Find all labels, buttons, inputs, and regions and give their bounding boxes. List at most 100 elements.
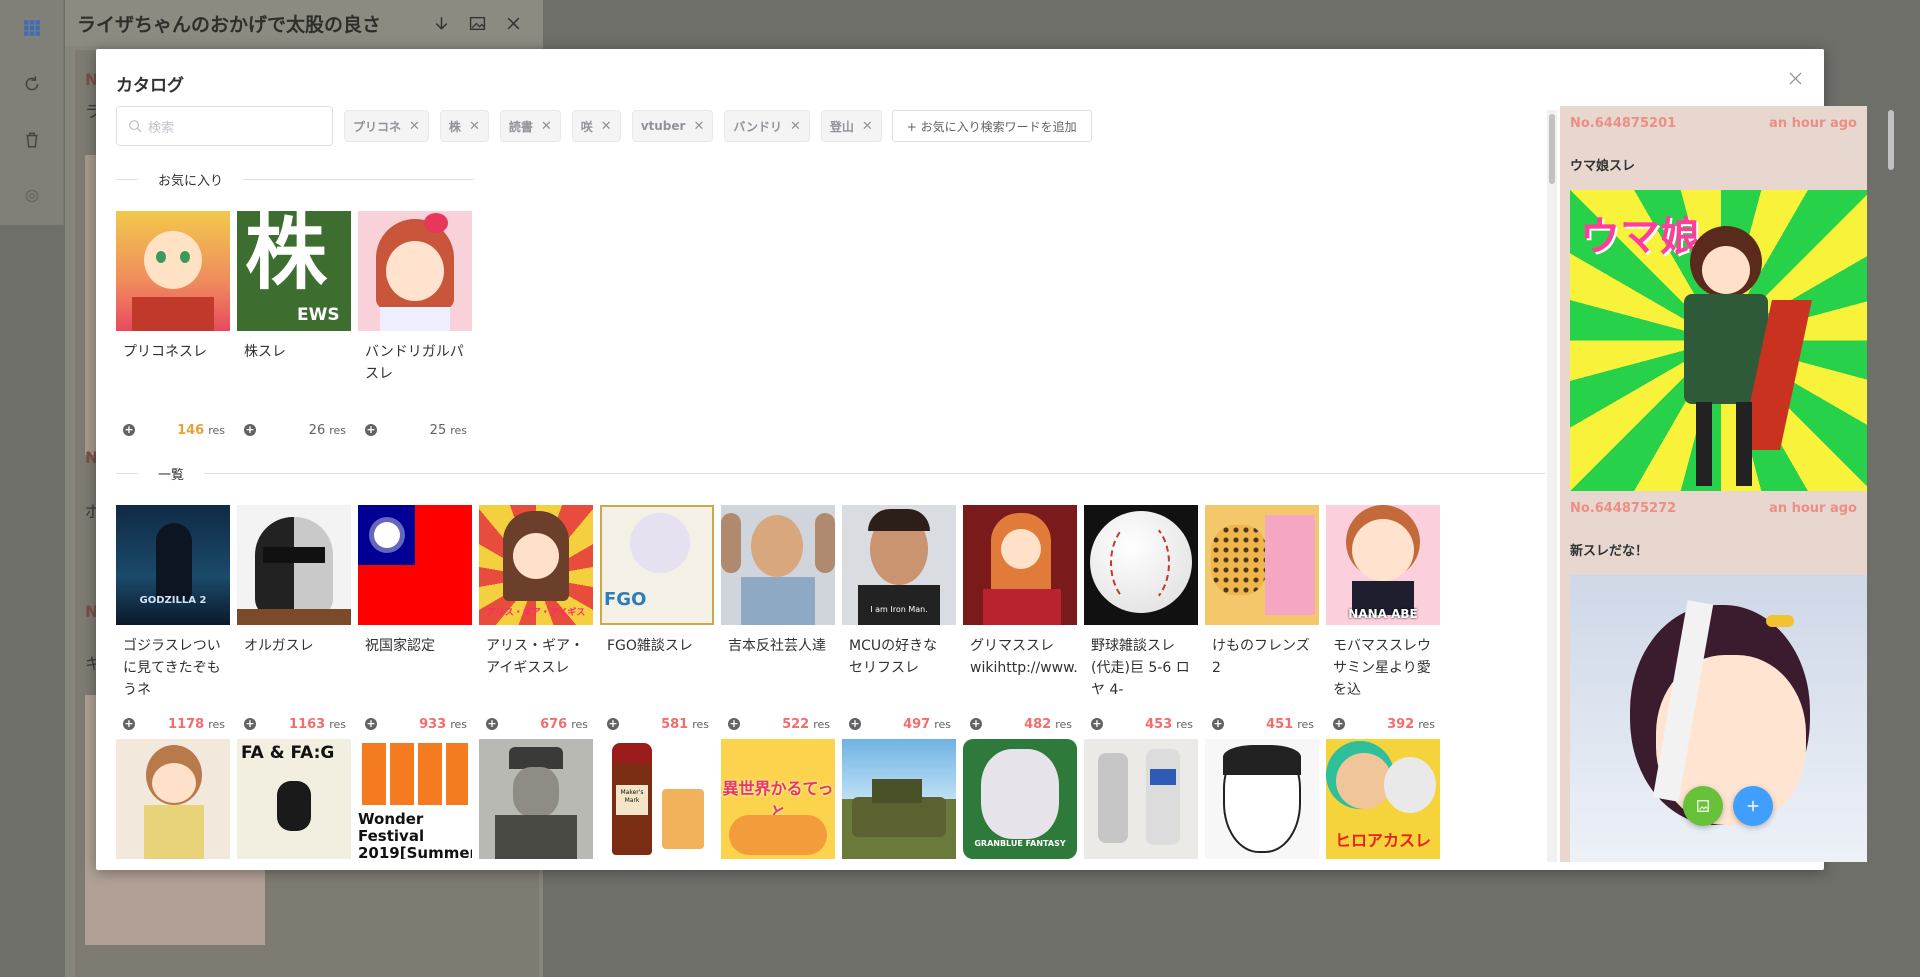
- thread-thumbnail[interactable]: Maker's Mark: [600, 739, 714, 859]
- thread-title[interactable]: FGO雑談スレ: [600, 625, 714, 715]
- catalog-thread-card[interactable]: けものフレンズ2 +451 res: [1205, 505, 1319, 733]
- favorite-tag[interactable]: 株 ✕: [439, 110, 489, 142]
- thread-thumbnail[interactable]: ヒロアカスレ: [1326, 739, 1440, 859]
- thread-thumbnail[interactable]: [479, 739, 593, 859]
- add-favorite-icon[interactable]: +: [244, 718, 256, 730]
- catalog-thread-card[interactable]: [479, 739, 593, 859]
- thread-thumbnail[interactable]: NANA ABE: [1326, 505, 1440, 625]
- post-image[interactable]: [1570, 575, 1867, 862]
- thread-thumbnail[interactable]: 異世界かるてっと: [721, 739, 835, 859]
- thread-title[interactable]: 野球雑談スレ(代走)巨 5-6 ロヤ 4-: [1084, 625, 1198, 715]
- catalog-thread-card[interactable]: バンドリガルパスレ +25 res: [358, 211, 472, 439]
- thread-thumbnail[interactable]: FGO: [600, 505, 714, 625]
- arrow-down-icon[interactable]: [423, 15, 459, 32]
- thread-thumbnail[interactable]: [237, 505, 351, 625]
- catalog-thread-card[interactable]: Maker's Mark: [600, 739, 714, 859]
- add-favorite-icon[interactable]: +: [728, 718, 740, 730]
- catalog-thread-card[interactable]: プリコネスレ +146 res: [116, 211, 230, 439]
- tag-close-icon[interactable]: ✕: [469, 119, 480, 134]
- catalog-thread-card[interactable]: I am Iron Man. MCUの好きなセリフスレ +497 res: [842, 505, 956, 733]
- thread-thumbnail[interactable]: [358, 505, 472, 625]
- thread-thumbnail[interactable]: [1084, 739, 1198, 859]
- add-favorite-icon[interactable]: +: [123, 424, 135, 436]
- close-icon[interactable]: [495, 15, 531, 32]
- add-favorite-icon[interactable]: +: [1212, 718, 1224, 730]
- thread-thumbnail[interactable]: [358, 211, 472, 331]
- thread-thumbnail[interactable]: [116, 739, 230, 859]
- thread-thumbnail[interactable]: [1205, 739, 1319, 859]
- thread-thumbnail[interactable]: [721, 505, 835, 625]
- thread-title[interactable]: バンドリガルパスレ: [358, 331, 472, 421]
- add-favorite-icon[interactable]: +: [849, 718, 861, 730]
- catalog-thread-card[interactable]: NANA ABE モバマススレウサミン星より愛を込 +392 res: [1326, 505, 1440, 733]
- post-number[interactable]: No.644875201: [1570, 116, 1676, 131]
- catalog-thread-card[interactable]: 異世界かるてっと: [721, 739, 835, 859]
- catalog-thread-card[interactable]: GRANBLUE FANTASY: [963, 739, 1077, 859]
- thread-thumbnail[interactable]: GRANBLUE FANTASY: [963, 739, 1077, 859]
- image-fab-button[interactable]: [1683, 786, 1723, 826]
- catalog-thread-card[interactable]: [116, 739, 230, 859]
- thread-title[interactable]: モバマススレウサミン星より愛を込: [1326, 625, 1440, 715]
- tag-close-icon[interactable]: ✕: [862, 119, 873, 134]
- tag-close-icon[interactable]: ✕: [409, 119, 420, 134]
- favorite-tag[interactable]: 登山 ✕: [820, 110, 882, 142]
- favorite-tag[interactable]: プリコネ ✕: [344, 110, 429, 142]
- add-favorite-icon[interactable]: +: [607, 718, 619, 730]
- thread-thumbnail[interactable]: [963, 505, 1077, 625]
- catalog-thread-card[interactable]: 吉本反社芸人達 +522 res: [721, 505, 835, 733]
- add-favorite-icon[interactable]: +: [123, 718, 135, 730]
- thread-thumbnail[interactable]: アリス・ギア・アイギス: [479, 505, 593, 625]
- catalog-thread-card[interactable]: オルガスレ +1163 res: [237, 505, 351, 733]
- feed-scrollbar-thumb[interactable]: [1888, 110, 1894, 170]
- trash-icon[interactable]: [0, 112, 64, 168]
- catalog-thread-card[interactable]: ヒロアカスレ: [1326, 739, 1440, 859]
- thread-thumbnail[interactable]: 株 EWS: [237, 211, 351, 331]
- tag-close-icon[interactable]: ✕: [790, 119, 801, 134]
- catalog-thread-card[interactable]: [842, 739, 956, 859]
- thread-thumbnail[interactable]: [842, 739, 956, 859]
- feed-scrollbar[interactable]: [1886, 110, 1896, 858]
- thread-thumbnail[interactable]: [1205, 505, 1319, 625]
- catalog-thread-card[interactable]: FA & FA:G: [237, 739, 351, 859]
- favorite-tag[interactable]: vtuber ✕: [631, 110, 714, 142]
- tag-close-icon[interactable]: ✕: [693, 119, 704, 134]
- thread-title[interactable]: グリマススレwikihttp://www.mil: [963, 625, 1077, 715]
- thread-title[interactable]: 祝国家認定: [358, 625, 472, 715]
- refresh-icon[interactable]: [0, 56, 64, 112]
- catalog-thread-card[interactable]: [1084, 739, 1198, 859]
- catalog-thread-card[interactable]: アリス・ギア・アイギス アリス・ギア・アイギススレ +676 res: [479, 505, 593, 733]
- add-favorite-word-button[interactable]: + お気に入り検索ワードを追加: [891, 110, 1092, 142]
- image-icon[interactable]: [459, 15, 495, 32]
- search-input[interactable]: 検索: [116, 106, 333, 146]
- catalog-thread-card[interactable]: 野球雑談スレ(代走)巨 5-6 ロヤ 4- +453 res: [1084, 505, 1198, 733]
- thread-title[interactable]: MCUの好きなセリフスレ: [842, 625, 956, 715]
- thread-thumbnail[interactable]: Wonder Festival 2019[Summer]: [358, 739, 472, 859]
- add-favorite-icon[interactable]: +: [1333, 718, 1345, 730]
- add-favorite-icon[interactable]: +: [365, 718, 377, 730]
- thread-title[interactable]: オルガスレ: [237, 625, 351, 715]
- thread-thumbnail[interactable]: [116, 211, 230, 331]
- add-favorite-icon[interactable]: +: [244, 424, 256, 436]
- modal-close-button[interactable]: [1784, 67, 1806, 89]
- thread-title[interactable]: けものフレンズ2: [1205, 625, 1319, 715]
- thread-title[interactable]: プリコネスレ: [116, 331, 230, 421]
- favorite-tag[interactable]: 咲 ✕: [571, 110, 621, 142]
- thread-thumbnail[interactable]: [1084, 505, 1198, 625]
- thread-title[interactable]: アリス・ギア・アイギススレ: [479, 625, 593, 715]
- add-favorite-icon[interactable]: +: [970, 718, 982, 730]
- add-favorite-icon[interactable]: +: [1091, 718, 1103, 730]
- tag-close-icon[interactable]: ✕: [541, 119, 552, 134]
- add-favorite-icon[interactable]: +: [365, 424, 377, 436]
- tag-close-icon[interactable]: ✕: [601, 119, 612, 134]
- favorite-tag[interactable]: バンドリ ✕: [724, 110, 810, 142]
- thread-title[interactable]: 吉本反社芸人達: [721, 625, 835, 715]
- thread-title[interactable]: 株スレ: [237, 331, 351, 421]
- catalog-thread-card[interactable]: グリマススレwikihttp://www.mil+482res: [963, 505, 1077, 733]
- catalog-thread-card[interactable]: Wonder Festival 2019[Summer]: [358, 739, 472, 859]
- add-favorite-icon[interactable]: +: [486, 718, 498, 730]
- thread-thumbnail[interactable]: I am Iron Man.: [842, 505, 956, 625]
- thread-thumbnail[interactable]: FA & FA:G: [237, 739, 351, 859]
- catalog-thread-card[interactable]: GODZILLA 2 ゴジラスレついに見てきたぞもうネ +1178 res: [116, 505, 230, 733]
- thread-thumbnail[interactable]: GODZILLA 2: [116, 505, 230, 625]
- post-number[interactable]: No.644875272: [1570, 501, 1676, 516]
